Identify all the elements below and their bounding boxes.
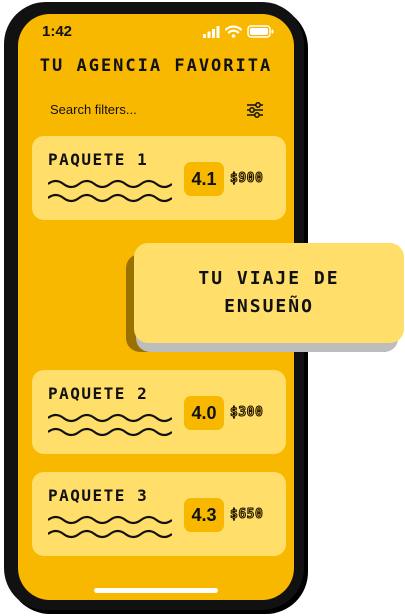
wifi-icon [225, 25, 242, 38]
page-title: TU AGENCIA FAVORITA [39, 56, 273, 76]
rating-badge: 4.3 [184, 498, 224, 532]
rating-badge: 4.1 [184, 162, 224, 196]
status-time: 1:42 [42, 23, 73, 40]
package-card-3[interactable]: PAQUETE 3 4.3 $650 [32, 472, 286, 556]
home-indicator[interactable] [94, 588, 218, 593]
sliders-icon[interactable] [246, 101, 264, 119]
rating-badge: 4.0 [184, 396, 224, 430]
signal-icon [203, 25, 220, 38]
waves-icon [48, 179, 172, 203]
package-name: PAQUETE 3 [48, 486, 149, 505]
promo-line-2: ENSUEÑO [224, 296, 314, 317]
package-card-1[interactable]: PAQUETE 1 4.1 $900 [32, 136, 286, 220]
promo-banner[interactable]: TU VIAJE DE ENSUEÑO [134, 243, 404, 343]
package-price: $650 [229, 507, 264, 523]
waves-icon [48, 413, 172, 437]
package-name: PAQUETE 2 [48, 384, 149, 403]
status-bar: 1:42 [18, 14, 294, 48]
package-name: PAQUETE 1 [48, 150, 149, 169]
battery-icon [247, 25, 274, 38]
promo-line-1: TU VIAJE DE [198, 268, 340, 289]
promo-text: TU VIAJE DE ENSUEÑO [198, 265, 339, 321]
search-input[interactable] [50, 99, 230, 120]
waves-icon [48, 515, 172, 539]
package-price: $300 [229, 405, 264, 421]
package-card-2[interactable]: PAQUETE 2 4.0 $300 [32, 370, 286, 454]
search-bar [50, 99, 264, 121]
package-price: $900 [229, 171, 264, 187]
status-icons [203, 25, 274, 38]
